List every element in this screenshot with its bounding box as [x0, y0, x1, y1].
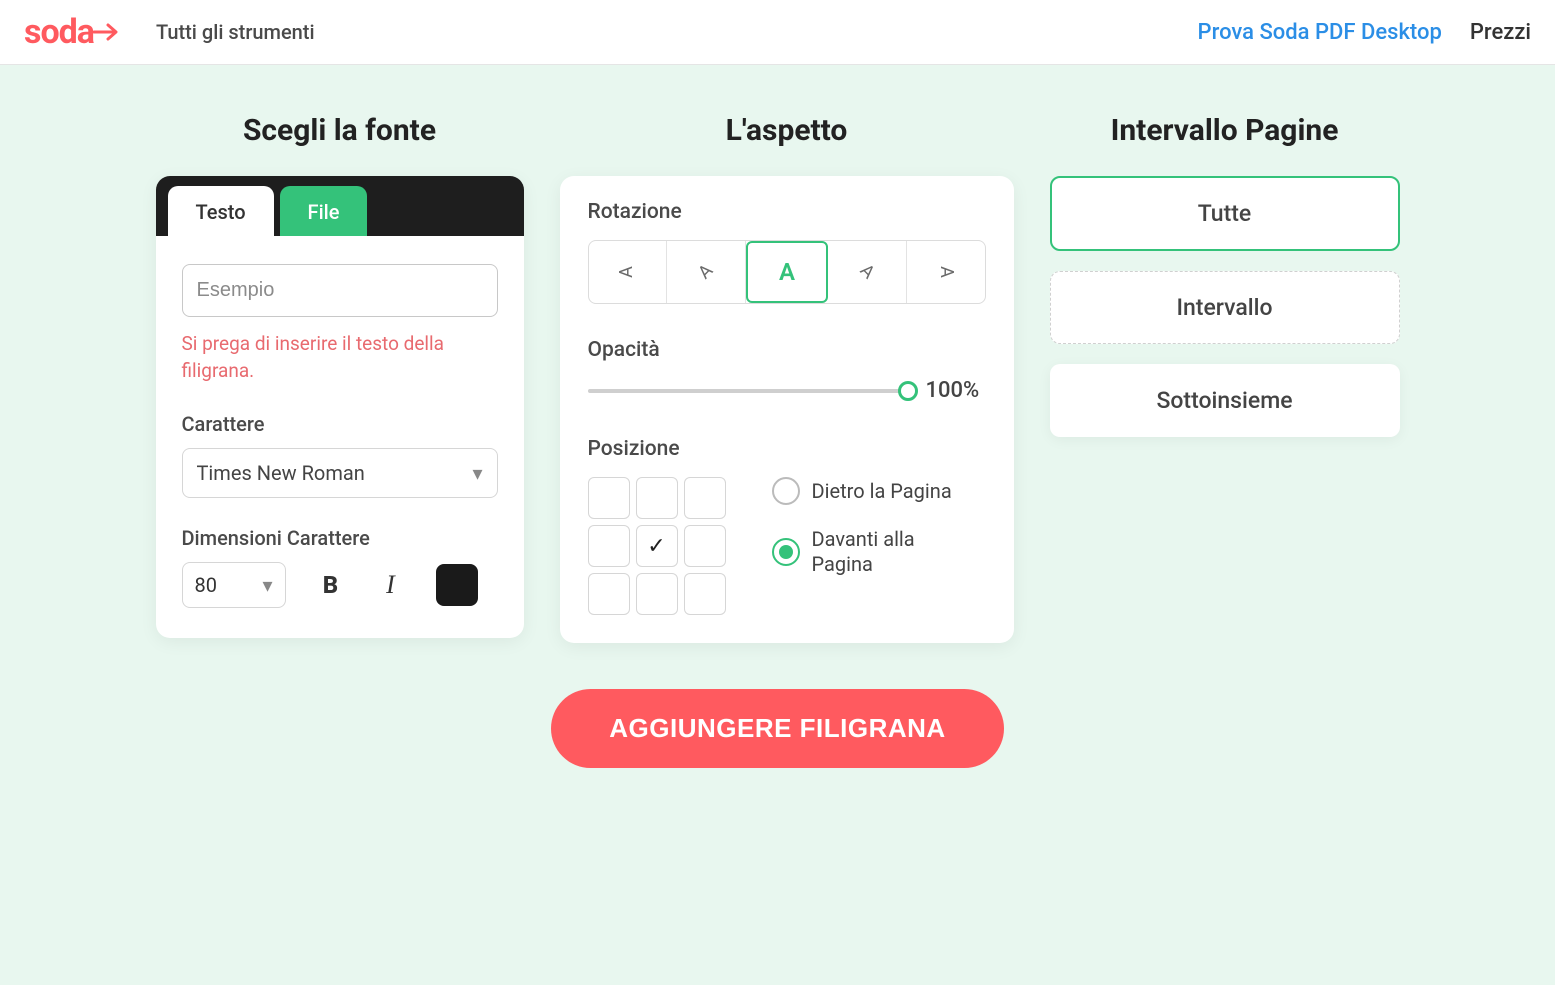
position-cell-3[interactable]	[588, 525, 630, 567]
appearance-column: L'aspetto Rotazione A A A A A	[560, 113, 1014, 643]
range-column: Intervallo Pagine Tutte Intervallo Sotto…	[1050, 113, 1400, 643]
position-cell-1[interactable]	[636, 477, 678, 519]
appearance-card: Rotazione A A A A A Opacità	[560, 176, 1014, 643]
rotation-option-1[interactable]: A	[667, 241, 746, 303]
chevron-down-icon: ▾	[262, 573, 272, 597]
letter-rotated-icon: A	[856, 261, 878, 283]
main-panel: Scegli la fonte Testo File Si prega di i…	[0, 65, 1555, 985]
range-card: Tutte Intervallo Sottoinsieme	[1050, 176, 1400, 437]
letter-rotated-icon: A	[616, 261, 638, 283]
position-cell-2[interactable]	[684, 477, 726, 519]
svg-text:A: A	[695, 261, 717, 283]
source-tabbar: Testo File	[156, 176, 524, 236]
header-right: Prova Soda PDF Desktop Prezzi	[1198, 20, 1531, 45]
radio-behind-label: Dietro la Pagina	[812, 479, 952, 504]
size-label: Dimensioni Carattere	[182, 526, 498, 550]
rotation-label: Rotazione	[588, 200, 986, 224]
radio-dot-icon	[779, 545, 793, 559]
font-size-select[interactable]: 80 ▾	[182, 562, 286, 608]
position-cell-4[interactable]: ✓	[636, 525, 678, 567]
font-select[interactable]: Times New Roman ▾	[182, 448, 498, 498]
letter-rotated-icon: A	[695, 261, 717, 283]
position-grid: ✓	[588, 477, 726, 615]
arrow-right-icon	[92, 22, 120, 42]
tab-text[interactable]: Testo	[168, 186, 274, 236]
source-card: Testo File Si prega di inserire il testo…	[156, 176, 524, 638]
watermark-text-input[interactable]	[182, 264, 498, 317]
range-title: Intervallo Pagine	[1050, 113, 1400, 148]
range-option-subset[interactable]: Sottoinsieme	[1050, 364, 1400, 437]
rotation-option-2[interactable]: A	[746, 241, 828, 303]
radio-behind-page[interactable]: Dietro la Pagina	[772, 477, 962, 505]
all-tools-link[interactable]: Tutti gli strumenti	[156, 20, 315, 44]
opacity-value: 100%	[926, 378, 986, 403]
bold-button[interactable]: B	[316, 571, 346, 599]
opacity-slider[interactable]	[588, 389, 908, 393]
source-title: Scegli la fonte	[156, 113, 524, 148]
tab-file[interactable]: File	[280, 186, 368, 236]
font-value: Times New Roman	[197, 461, 365, 485]
slider-thumb-icon[interactable]	[898, 381, 918, 401]
italic-button[interactable]: I	[376, 570, 406, 600]
position-cell-7[interactable]	[636, 573, 678, 615]
rotation-option-4[interactable]: A	[907, 241, 985, 303]
prices-link[interactable]: Prezzi	[1470, 20, 1531, 45]
source-column: Scegli la fonte Testo File Si prega di i…	[156, 113, 524, 643]
position-cell-6[interactable]	[588, 573, 630, 615]
range-option-all[interactable]: Tutte	[1050, 176, 1400, 251]
svg-text:A: A	[936, 266, 957, 278]
font-size-value: 80	[195, 573, 217, 597]
radio-icon	[772, 538, 800, 566]
radio-icon	[772, 477, 800, 505]
radio-front-page[interactable]: Davanti alla Pagina	[772, 527, 962, 577]
svg-text:A: A	[856, 261, 878, 283]
watermark-error-message: Si prega di inserire il testo della fili…	[182, 331, 498, 384]
position-label: Posizione	[588, 437, 986, 461]
range-option-interval[interactable]: Intervallo	[1050, 271, 1400, 344]
appearance-title: L'aspetto	[560, 113, 1014, 148]
font-label: Carattere	[182, 412, 498, 436]
add-watermark-button[interactable]: AGGIUNGERE FILIGRANA	[551, 689, 1003, 768]
try-desktop-link[interactable]: Prova Soda PDF Desktop	[1198, 20, 1442, 45]
cta-row: AGGIUNGERE FILIGRANA	[0, 689, 1555, 768]
layer-radio-group: Dietro la Pagina Davanti alla Pagina	[772, 477, 962, 577]
radio-front-label: Davanti alla Pagina	[812, 527, 962, 577]
source-tab-body: Si prega di inserire il testo della fili…	[156, 236, 524, 638]
rotation-group: A A A A A	[588, 240, 986, 304]
rotation-option-3[interactable]: A	[828, 241, 907, 303]
position-cell-8[interactable]	[684, 573, 726, 615]
color-swatch[interactable]	[436, 564, 478, 606]
rotation-option-0[interactable]: A	[589, 241, 668, 303]
position-cell-0[interactable]	[588, 477, 630, 519]
logo-text: soda	[24, 12, 94, 52]
logo[interactable]: soda	[24, 12, 120, 52]
letter-rotated-icon: A	[935, 261, 957, 283]
header-left: soda Tutti gli strumenti	[24, 12, 315, 52]
app-header: soda Tutti gli strumenti Prova Soda PDF …	[0, 0, 1555, 65]
svg-text:A: A	[616, 266, 637, 278]
position-cell-5[interactable]	[684, 525, 726, 567]
chevron-down-icon: ▾	[472, 461, 482, 485]
opacity-label: Opacità	[588, 338, 986, 362]
